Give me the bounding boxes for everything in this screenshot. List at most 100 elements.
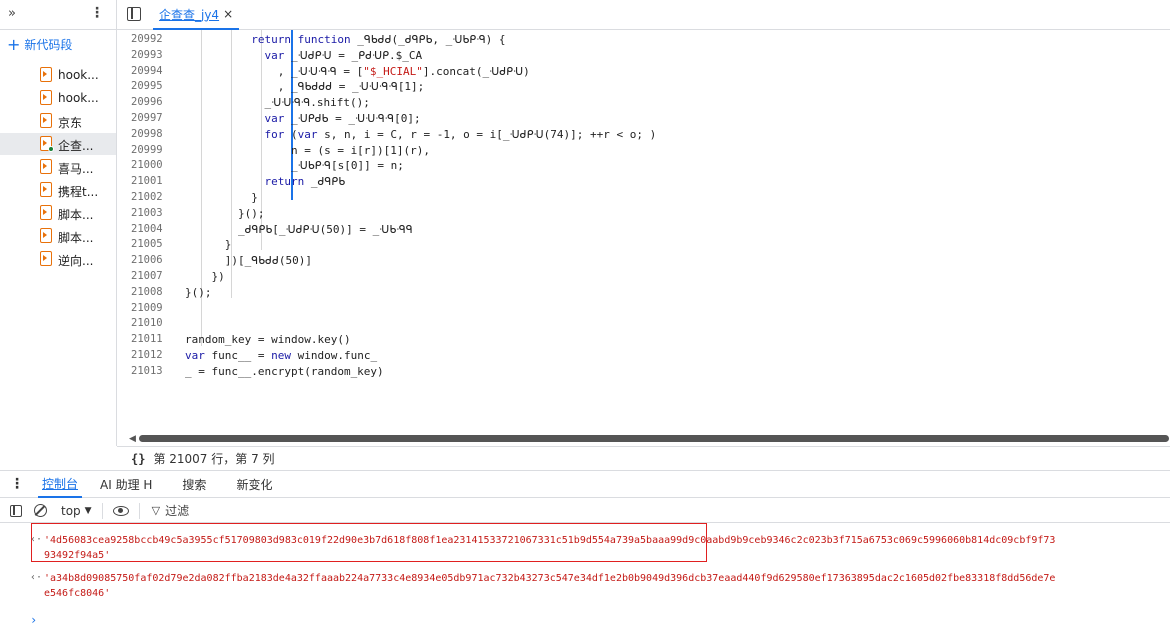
snippet-item[interactable]: 脚本...	[0, 202, 116, 224]
code-line[interactable]: 20994 , _ᑗᑗᑴᑴ = ["$_HCIAL"].concat(_ᑗᑯᑭᑗ…	[117, 65, 1170, 81]
clear-console-icon[interactable]	[34, 504, 47, 517]
code-line[interactable]: 21004 _ᑯᑫᑭᑲ[_ᑗᑯᑭᑗ(50)] = _ᑗᑲᑴᑫ	[117, 223, 1170, 239]
code-line[interactable]: 21005 }	[117, 238, 1170, 254]
snippet-item[interactable]: 脚本...	[0, 225, 116, 247]
drawer-tabbar: ⋮ 控制台 AI 助理 ᕼ 搜索 新变化	[0, 470, 1170, 498]
code-line[interactable]: 21007 })	[117, 270, 1170, 286]
snippet-label: 京东	[58, 116, 83, 130]
code-text: }();	[185, 206, 265, 220]
snippet-item-selected[interactable]: 企查...	[0, 133, 116, 155]
scroll-left-icon[interactable]: ◀	[129, 434, 136, 444]
snippet-item[interactable]: 携程t...	[0, 179, 116, 201]
line-number[interactable]: 20995	[131, 80, 167, 92]
snippet-file-icon	[40, 205, 52, 220]
filter-input[interactable]: ▽ 过滤	[152, 502, 189, 519]
code-line[interactable]: 20997 var _ᑗᑭᑯᑲ = _ᑗᑗᑴᑴ[0];	[117, 112, 1170, 128]
code-line[interactable]: 20999 n = (s = i[r])[1](r),	[117, 144, 1170, 160]
code-line[interactable]: 21000 _ᑗᑲᑭᑴ[s[0]] = n;	[117, 159, 1170, 175]
line-number[interactable]: 21002	[131, 191, 167, 203]
scrollbar-thumb[interactable]	[139, 435, 1169, 442]
code-line[interactable]: 20995 , _ᑫᑲᑯᑯᑯ = _ᑗᑗᑴᑴ[1];	[117, 80, 1170, 96]
code-line[interactable]: 21010	[117, 317, 1170, 333]
tab-ai-assistant[interactable]: AI 助理 ᕼ	[96, 470, 156, 498]
code-line[interactable]: 21006 ])[_ᑫᑲᑯᑯ(50)]	[117, 254, 1170, 270]
line-number[interactable]: 21005	[131, 238, 167, 250]
console-value-line2: e546fc8046'	[44, 588, 111, 599]
code-line[interactable]: 21002 }	[117, 191, 1170, 207]
line-number[interactable]: 20994	[131, 65, 167, 77]
snippet-file-icon	[40, 251, 52, 266]
code-line[interactable]: 21012 var func__ = new window.func_	[117, 349, 1170, 365]
line-number[interactable]: 21000	[131, 159, 167, 171]
snippet-item[interactable]: hook...	[0, 87, 116, 109]
snippet-file-icon	[40, 228, 52, 243]
code-editor[interactable]: 20992 return function _ᑫᑲᑯᑯ(_ᑯᑫᑭᑲ, _ᑗᑲᑭᑴ…	[117, 30, 1170, 432]
code-line[interactable]: 20996 _ᑗᑗᑴᑴ.shift();	[117, 96, 1170, 112]
filter-funnel-icon: ▽	[151, 504, 161, 517]
tab-search[interactable]: 搜索	[178, 470, 210, 498]
code-line[interactable]: 21001 return _ᑯᑫᑭᑲ	[117, 175, 1170, 191]
line-number[interactable]: 21011	[131, 333, 167, 345]
snippet-label: 携程t...	[58, 185, 99, 199]
line-number[interactable]: 21001	[131, 175, 167, 187]
line-number[interactable]: 21013	[131, 365, 167, 377]
new-snippet-label: 新代码段	[24, 38, 73, 52]
console-value-line1: 'a34b8d09085750faf02d79e2da082ffba2183de…	[44, 573, 1056, 584]
line-number[interactable]: 20993	[131, 49, 167, 61]
more-tabs-chevron-icon[interactable]: »	[8, 6, 16, 21]
new-snippet-button[interactable]: + 新代码段	[7, 36, 72, 53]
snippet-item[interactable]: 京东	[0, 110, 116, 132]
console-sidebar-icon[interactable]	[10, 504, 22, 517]
line-number[interactable]: 21008	[131, 286, 167, 298]
drawer-menu-icon[interactable]: ⋮	[10, 476, 24, 492]
code-text: }	[185, 238, 232, 252]
console-prompt-icon[interactable]: ›	[30, 613, 37, 627]
line-number[interactable]: 21009	[131, 302, 167, 314]
toggle-navigator-icon[interactable]	[127, 7, 141, 21]
snippet-item[interactable]: hook...	[0, 64, 116, 86]
live-expression-eye-icon[interactable]	[112, 505, 129, 516]
code-line[interactable]: 20992 return function _ᑫᑲᑯᑯ(_ᑯᑫᑭᑲ, _ᑗᑲᑭᑴ…	[117, 33, 1170, 49]
snippet-item[interactable]: 逆向...	[0, 248, 116, 270]
line-number[interactable]: 21006	[131, 254, 167, 266]
line-number[interactable]: 21010	[131, 317, 167, 329]
close-icon[interactable]: ×	[223, 7, 233, 21]
more-options-icon[interactable]: ⋮	[90, 5, 104, 21]
line-number[interactable]: 20996	[131, 96, 167, 108]
snippet-item[interactable]: 喜马...	[0, 156, 116, 178]
line-number[interactable]: 21012	[131, 349, 167, 361]
code-line[interactable]: 21009	[117, 302, 1170, 318]
code-line[interactable]: 21008}();	[117, 286, 1170, 302]
pretty-print-icon[interactable]: {}	[131, 452, 145, 466]
code-line[interactable]: 20998 for (var s, n, i = C, r = -1, o = …	[117, 128, 1170, 144]
toolbar-divider	[101, 502, 103, 519]
code-text: for (var s, n, i = C, r = -1, o = i[_ᑗᑯᑭ…	[264, 127, 657, 141]
editor-tab-label[interactable]: 企查查_jy4	[159, 6, 219, 23]
code-line[interactable]: 21013 _ = func__.encrypt(random_key)	[117, 365, 1170, 381]
line-number[interactable]: 20999	[131, 144, 167, 156]
line-number[interactable]: 21004	[131, 223, 167, 235]
active-dot-icon	[48, 146, 54, 152]
code-text: _ᑯᑫᑭᑲ[_ᑗᑯᑭᑗ(50)] = _ᑗᑲᑴᑫ	[185, 222, 413, 236]
tab-console[interactable]: 控制台	[38, 470, 83, 498]
code-text: random_key = window.key()	[185, 333, 351, 347]
horizontal-scrollbar[interactable]: ◀	[117, 432, 1170, 446]
toolbar-divider	[138, 502, 140, 519]
code-line[interactable]: 21003 }();	[117, 207, 1170, 223]
tab-whats-new[interactable]: 新变化	[232, 470, 276, 498]
plus-icon: +	[7, 34, 21, 54]
editor-tabbar: 企查查_jy4 ×	[117, 0, 1170, 30]
snippet-file-icon	[40, 90, 52, 105]
code-line[interactable]: 21011 random_key = window.key()	[117, 333, 1170, 349]
code-line[interactable]: 20993 var _ᑗᑯᑭᑗ = _ᑭᑯᑗᑭ.$_CA	[117, 49, 1170, 65]
line-number[interactable]: 20992	[131, 33, 167, 45]
editor-tab[interactable]: 企查查_jy4 ×	[153, 0, 240, 30]
console-value-line2: 93492f94a5'	[44, 550, 111, 561]
context-selector-label: top	[61, 503, 81, 518]
line-number[interactable]: 20997	[131, 112, 167, 124]
line-number[interactable]: 21003	[131, 207, 167, 219]
snippet-file-icon	[40, 159, 52, 174]
line-number[interactable]: 20998	[131, 128, 167, 140]
line-number[interactable]: 21007	[131, 270, 167, 282]
context-selector[interactable]: top ▼	[61, 504, 92, 518]
